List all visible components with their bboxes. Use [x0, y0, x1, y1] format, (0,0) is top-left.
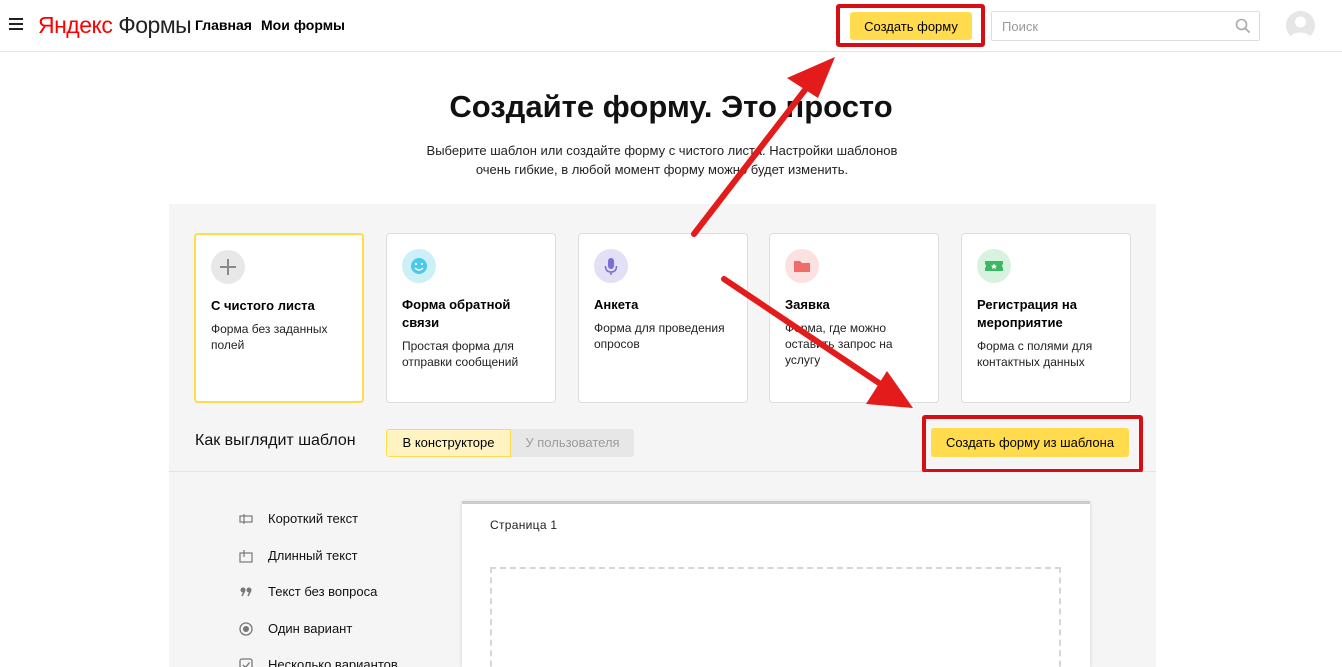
folder-icon — [785, 249, 819, 283]
template-title: Анкета — [594, 297, 639, 312]
search-icon[interactable] — [1235, 18, 1251, 34]
template-description: Форма, где можно оставить запрос на услу… — [785, 321, 893, 367]
template-card-request[interactable]: Заявка Форма, где можно оставить запрос … — [769, 233, 939, 403]
long-text-icon — [239, 550, 253, 563]
logo[interactable]: Яндекс Формы — [38, 11, 192, 39]
logo-forms: Формы — [118, 12, 192, 38]
tab-constructor[interactable]: В конструкторе — [386, 429, 511, 457]
avatar[interactable] — [1286, 11, 1315, 40]
template-card-feedback[interactable]: Форма обратной связи Простая форма для о… — [386, 233, 556, 403]
user-icon — [1289, 16, 1312, 40]
template-card-registration[interactable]: Регистрация на мероприятие Форма с полям… — [961, 233, 1131, 403]
create-from-template-button[interactable]: Создать форму из шаблона — [931, 428, 1129, 457]
menu-icon[interactable] — [9, 17, 23, 31]
radio-icon — [239, 622, 253, 636]
ticket-icon — [977, 249, 1011, 283]
nav-my-forms[interactable]: Мои формы — [261, 17, 345, 33]
template-description: Простая форма для отправки сообщений — [402, 339, 519, 369]
field-label: Короткий текст — [268, 511, 359, 526]
page-title: Создайте форму. Это просто — [449, 89, 893, 124]
short-text-icon — [239, 514, 253, 524]
page-subtitle: Выберите шаблон или создайте форму с чис… — [0, 141, 1324, 179]
template-description: Форма с полями для контактных данных — [977, 339, 1093, 369]
template-title: С чистого листа — [211, 298, 315, 313]
template-card-survey[interactable]: Анкета Форма для проведения опросов — [578, 233, 748, 403]
field-label: Текст без вопроса — [268, 584, 378, 599]
template-description: Форма для проведения опросов — [594, 321, 725, 351]
template-title: Форма обратной связи — [402, 297, 511, 330]
create-form-button[interactable]: Создать форму — [850, 12, 972, 40]
checkbox-icon — [239, 658, 253, 667]
drop-zone[interactable] — [490, 567, 1061, 667]
subtitle-line-1: Выберите шаблон или создайте форму с чис… — [426, 143, 898, 158]
page-label: Страница 1 — [490, 518, 558, 532]
template-title: Регистрация на мероприятие — [977, 297, 1078, 330]
preview-label: Как выглядит шаблон — [195, 432, 356, 449]
field-label: Длинный текст — [268, 548, 358, 563]
quote-icon — [240, 587, 252, 597]
template-description: Форма без заданных полей — [211, 322, 328, 352]
field-label: Несколько вариантов — [268, 657, 398, 667]
smile-icon — [402, 249, 436, 283]
subtitle-line-2: очень гибкие, в любой момент форму можно… — [475, 162, 849, 177]
plus-icon — [211, 250, 245, 284]
microphone-icon — [594, 249, 628, 283]
nav-home[interactable]: Главная — [195, 17, 252, 33]
tab-user-view[interactable]: У пользователя — [511, 429, 634, 457]
field-label: Один вариант — [268, 621, 353, 636]
template-title: Заявка — [785, 297, 830, 312]
form-canvas: Страница 1 — [462, 501, 1090, 667]
search-input[interactable] — [1002, 18, 1227, 35]
logo-yandex: Яндекс — [38, 12, 113, 38]
search-box[interactable] — [991, 11, 1260, 41]
top-bar: Яндекс Формы Главная Мои формы Создать ф… — [0, 0, 1342, 52]
template-card-blank[interactable]: С чистого листа Форма без заданных полей — [194, 233, 364, 403]
